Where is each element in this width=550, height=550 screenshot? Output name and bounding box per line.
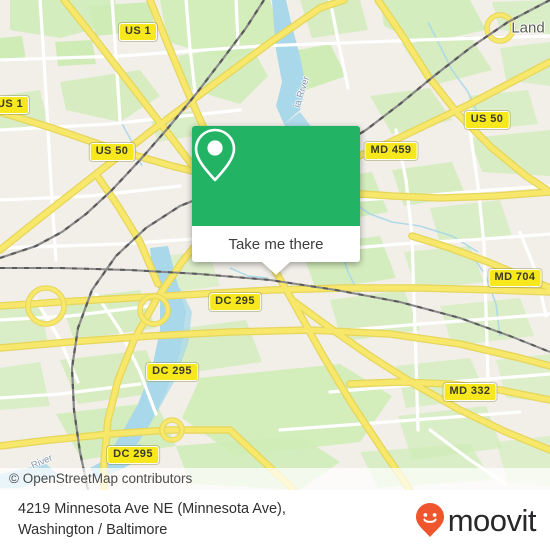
map-pin-icon — [194, 128, 236, 182]
address-block: 4219 Minnesota Ave NE (Minnesota Ave), W… — [18, 499, 415, 541]
highway-shield: US 1 — [118, 23, 158, 41]
location-callout-card[interactable]: Take me there — [192, 126, 360, 275]
highway-shield: US 50 — [89, 143, 135, 161]
osm-attribution[interactable]: © OpenStreetMap contributors — [0, 468, 550, 490]
moovit-wordmark: moovit — [447, 502, 537, 538]
highway-shield: MD 459 — [364, 142, 418, 160]
moovit-map-screenshot: US 1 US 1 US 50 US 50 MD 459 MD 704 DC 295 DC 2… — [0, 0, 550, 550]
callout-pointer-tail — [262, 262, 290, 275]
highway-shield: US 1 — [0, 96, 30, 114]
map-canvas[interactable]: US 1 US 1 US 50 US 50 MD 459 MD 704 DC 295 DC 2… — [0, 0, 550, 490]
moovit-logo[interactable]: moovit — [415, 502, 537, 538]
highway-shield: MD 332 — [443, 383, 497, 401]
moovit-pin-icon — [415, 503, 444, 537]
osm-attribution-text: © OpenStreetMap contributors — [9, 471, 193, 486]
highway-shield: MD 704 — [488, 269, 542, 287]
take-me-there-button[interactable]: Take me there — [192, 226, 360, 262]
callout-icon-area — [192, 126, 360, 226]
highway-shield: DC 295 — [146, 363, 198, 381]
address-line-1: 4219 Minnesota Ave NE (Minnesota Ave), — [18, 501, 286, 517]
highway-shield: DC 295 — [209, 293, 261, 311]
footer-bar: 4219 Minnesota Ave NE (Minnesota Ave), W… — [0, 490, 550, 550]
address-line-2: Washington / Baltimore — [18, 522, 168, 538]
place-label: Land — [511, 19, 545, 37]
take-me-there-label: Take me there — [228, 235, 324, 253]
highway-shield: US 50 — [464, 111, 510, 129]
highway-shield: DC 295 — [107, 446, 159, 464]
